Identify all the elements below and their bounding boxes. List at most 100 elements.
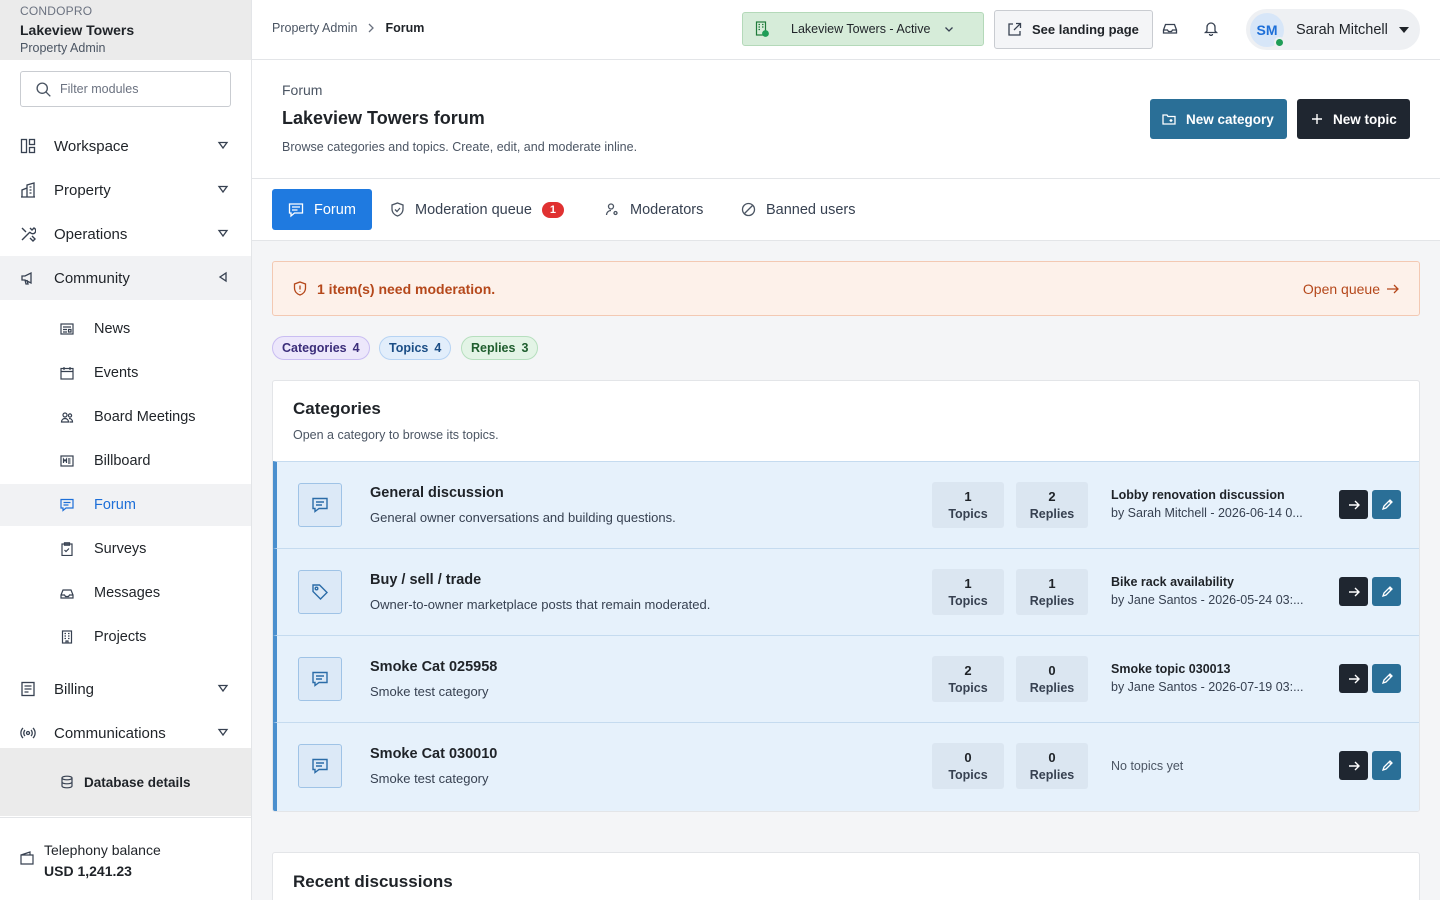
arrow-right-icon [1348, 674, 1360, 684]
pill-label: Topics [389, 341, 429, 355]
sidebar-item-events[interactable]: Events [0, 352, 251, 394]
brand-name: Lakeview Towers [20, 22, 135, 38]
chevron-down-icon [217, 682, 229, 694]
latest-topic-title[interactable]: Smoke topic 030013 [1111, 662, 1317, 676]
telephony-label: Telephony balance [44, 842, 161, 858]
see-landing-page-label: See landing page [1032, 22, 1139, 37]
latest-topic-meta: by Jane Santos - 2026-05-24 03:... [1111, 593, 1304, 607]
category-name: Buy / sell / trade [370, 572, 482, 588]
topics-stat: 2 Topics [932, 656, 1004, 702]
replies-label: Replies [1029, 681, 1075, 695]
category-row[interactable]: Buy / sell / trade Owner-to-owner market… [273, 548, 1419, 635]
pill-count: 4 [434, 341, 442, 355]
open-category-button[interactable] [1339, 664, 1368, 693]
sidebar-item-news[interactable]: News [0, 308, 251, 350]
replies-stat: 0 Replies [1016, 656, 1088, 702]
edit-category-button[interactable] [1372, 664, 1401, 693]
inbox-icon[interactable] [1162, 20, 1180, 38]
broadcast-icon [20, 725, 36, 741]
telephony-balance: Telephony balance USD 1,241.23 [0, 817, 251, 900]
sidebar-item-surveys[interactable]: Surveys [0, 528, 251, 570]
replies-stat: 1 Replies [1016, 569, 1088, 615]
breadcrumb-current: Forum [385, 21, 425, 35]
breadcrumb-property-admin[interactable]: Property Admin [272, 21, 357, 35]
tab-label: Moderation queue [415, 201, 532, 218]
topics-label: Topics [948, 681, 988, 695]
building-status-icon [755, 21, 769, 37]
arrow-right-icon [1348, 500, 1360, 510]
sidebar-item-label: Board Meetings [94, 409, 196, 425]
sidebar-item-board-meetings[interactable]: Board Meetings [0, 396, 251, 438]
sidebar-item-messages[interactable]: Messages [0, 572, 251, 614]
brand-block: CONDOPRO Lakeview Towers Property Admin [0, 0, 251, 60]
avatar-initials: SM [1256, 21, 1278, 38]
arrow-right-icon [1348, 761, 1360, 771]
open-category-button[interactable] [1339, 490, 1368, 519]
open-category-button[interactable] [1339, 751, 1368, 780]
sidebar-item-label: Workspace [54, 137, 129, 155]
property-select-value: Lakeview Towers - Active [791, 22, 931, 36]
latest-topic-meta: by Sarah Mitchell - 2026-06-14 0... [1111, 506, 1303, 520]
moderation-count-badge: 1 [541, 201, 564, 218]
tab-forum[interactable]: Forum [272, 189, 372, 230]
database-icon [60, 775, 74, 789]
avatar: SM [1250, 12, 1285, 48]
pill-label: Replies [471, 341, 516, 355]
sidebar-item-forum[interactable]: Forum [0, 484, 251, 526]
sidebar-item-billing[interactable]: Billing [0, 667, 251, 711]
topics-label: Topics [948, 768, 988, 782]
sidebar-item-billboard[interactable]: Billboard [0, 440, 251, 482]
sidebar-item-workspace[interactable]: Workspace [0, 124, 251, 168]
sidebar-item-community[interactable]: Community [0, 256, 251, 300]
edit-category-button[interactable] [1372, 751, 1401, 780]
see-landing-page-button[interactable]: See landing page [994, 10, 1153, 49]
tab-moderation-queue[interactable]: Moderation queue 1 [390, 189, 564, 230]
clipboard-icon [60, 542, 74, 556]
filter-modules-field[interactable] [20, 71, 231, 107]
chat-icon [298, 657, 342, 701]
new-topic-button[interactable]: New topic [1297, 99, 1410, 139]
replies-count: 0 [1048, 663, 1056, 678]
sidebar-item-projects[interactable]: Projects [0, 616, 251, 658]
online-status-dot [1274, 36, 1285, 48]
tab-banned-users[interactable]: Banned users [741, 189, 855, 230]
categories-card: Categories Open a category to browse its… [272, 380, 1420, 812]
database-details-button[interactable]: Database details [0, 748, 251, 816]
new-category-button[interactable]: New category [1150, 99, 1287, 139]
recent-discussions-card: Recent discussions [272, 852, 1420, 900]
user-name: Sarah Mitchell [1296, 21, 1388, 38]
topics-stat: 1 Topics [932, 482, 1004, 528]
bell-icon[interactable] [1203, 20, 1221, 38]
filter-modules-input[interactable] [60, 82, 220, 96]
topics-label: Topics [948, 594, 988, 608]
open-queue-link[interactable]: Open queue [1303, 281, 1399, 297]
megaphone-icon [20, 270, 36, 286]
tab-moderators[interactable]: Moderators [605, 189, 703, 230]
category-row[interactable]: Smoke Cat 025958 Smoke test category 2 T… [273, 635, 1419, 722]
topics-count: 0 [964, 750, 972, 765]
open-category-button[interactable] [1339, 577, 1368, 606]
sidebar-item-label: Projects [94, 629, 147, 645]
sidebar-item-property[interactable]: Property [0, 168, 251, 212]
category-row[interactable]: General discussion General owner convers… [273, 461, 1419, 548]
brand-role: Property Admin [20, 41, 106, 55]
property-select[interactable]: Lakeview Towers - Active [742, 12, 984, 46]
chat-icon [298, 744, 342, 788]
sidebar-item-label: Messages [94, 585, 161, 601]
top-bar: Property Admin Forum Lakeview Towers - A… [252, 0, 1440, 60]
edit-category-button[interactable] [1372, 490, 1401, 519]
sidebar-item-label: Forum [94, 497, 136, 513]
categories-title: Categories [293, 399, 381, 418]
chevron-down-icon [217, 227, 229, 239]
latest-topic-title[interactable]: Bike rack availability [1111, 575, 1317, 589]
edit-category-button[interactable] [1372, 577, 1401, 606]
category-row[interactable]: Smoke Cat 030010 Smoke test category 0 T… [273, 722, 1419, 811]
sidebar-item-operations[interactable]: Operations [0, 212, 251, 256]
layout-icon [20, 138, 36, 154]
topics-stat: 1 Topics [932, 569, 1004, 615]
categories-description: Open a category to browse its topics. [293, 428, 499, 442]
recent-discussions-title: Recent discussions [293, 872, 453, 891]
latest-topic-title[interactable]: Lobby renovation discussion [1111, 488, 1317, 502]
category-description: General owner conversations and building… [370, 510, 676, 525]
user-menu[interactable]: SM Sarah Mitchell [1246, 9, 1420, 50]
